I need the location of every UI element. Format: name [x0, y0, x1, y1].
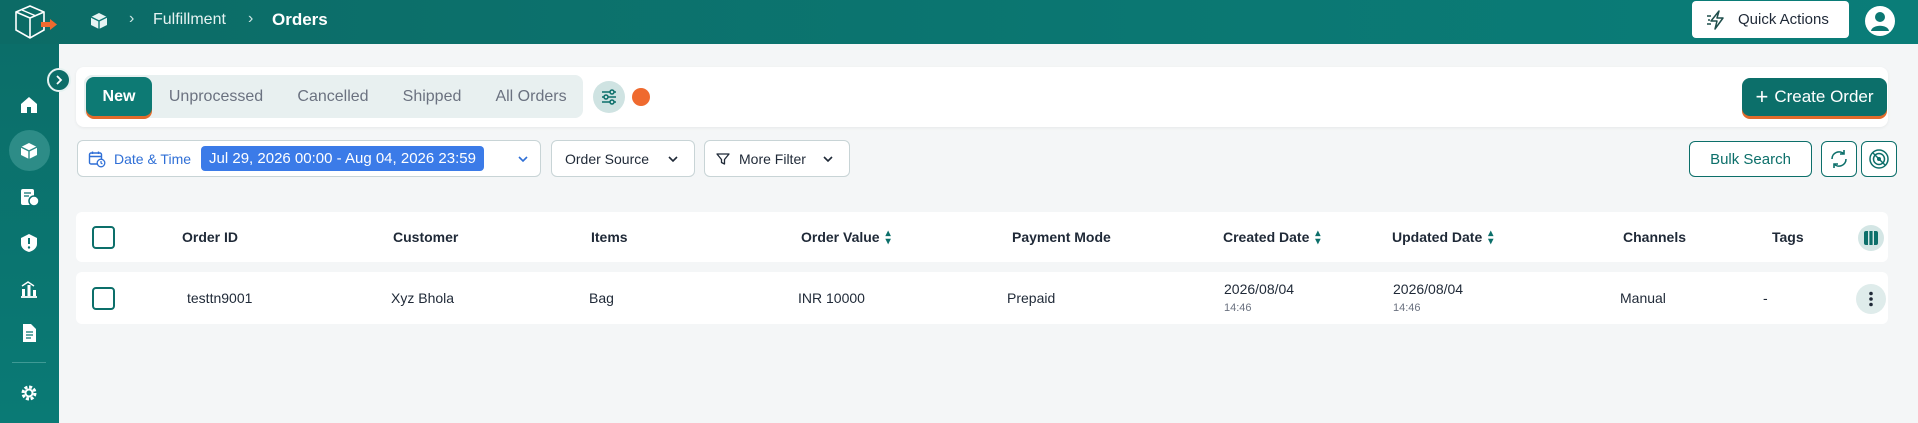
cell-channels: Manual: [1620, 290, 1666, 306]
chevron-down-icon: [823, 156, 833, 163]
chevron-down-icon: [668, 156, 678, 163]
date-time-filter[interactable]: Date & Time Jul 29, 2026 00:00 - Aug 04,…: [77, 140, 541, 177]
column-header-updated-date[interactable]: Updated Date ▴ ▾: [1392, 229, 1493, 247]
tab-settings-button[interactable]: [593, 81, 625, 113]
column-header-customer: Customer: [393, 229, 459, 245]
fulfillment-icon[interactable]: [18, 140, 40, 162]
home-icon[interactable]: [18, 94, 40, 116]
table-header: [76, 212, 1888, 262]
settings-gear-icon[interactable]: [18, 382, 40, 404]
column-header-channels: Channels: [1623, 229, 1687, 245]
breadcrumb-separator: ›: [248, 10, 254, 27]
column-header-updated-date-label: Updated Date: [1392, 229, 1483, 245]
cell-order-value: INR 10000: [798, 290, 865, 306]
cell-updated-time: 14:46: [1393, 302, 1421, 314]
user-avatar-button[interactable]: [1865, 6, 1895, 36]
cell-updated-date: 2026/08/04: [1393, 281, 1464, 297]
app-logo[interactable]: [8, 2, 58, 42]
plus-icon: +: [1755, 84, 1769, 109]
order-source-dropdown[interactable]: Order Source: [551, 140, 695, 177]
more-vertical-icon: [1869, 291, 1873, 307]
calendar-clock-icon: [88, 151, 106, 168]
select-all-checkbox[interactable]: [92, 226, 115, 249]
fulfillment-home-icon[interactable]: [88, 10, 110, 32]
alert-shield-icon[interactable]: [18, 232, 40, 254]
sliders-icon: [602, 89, 616, 105]
column-header-payment-mode: Payment Mode: [1012, 229, 1111, 245]
quick-actions-label: Quick Actions: [1738, 11, 1829, 28]
chevron-right-icon: [56, 75, 63, 85]
column-header-order-id: Order ID: [182, 229, 239, 245]
create-order-label: Create Order: [1774, 87, 1874, 106]
cell-created-date: 2026/08/04: [1224, 281, 1295, 297]
refresh-icon: [1831, 150, 1847, 168]
document-icon[interactable]: [18, 322, 40, 344]
sort-icon[interactable]: ▴ ▾: [1315, 229, 1320, 247]
column-header-order-value-label: Order Value: [801, 229, 880, 245]
table-row[interactable]: [76, 272, 1888, 324]
column-header-created-date-label: Created Date: [1223, 229, 1310, 245]
cell-created-time: 14:46: [1224, 302, 1252, 314]
refresh-button[interactable]: [1821, 141, 1857, 177]
cell-payment-mode: Prepaid: [1007, 290, 1056, 306]
columns-icon: [1864, 231, 1878, 245]
column-header-order-value[interactable]: Order Value ▴ ▾: [801, 229, 891, 247]
page-title: Orders: [272, 10, 328, 29]
order-source-label: Order Source: [565, 150, 650, 167]
auto-refresh-button[interactable]: [1861, 141, 1897, 177]
tab-cancelled[interactable]: Cancelled: [284, 75, 382, 118]
filter-icon: [716, 153, 730, 165]
column-settings-button[interactable]: [1858, 225, 1884, 251]
catalog-icon[interactable]: [18, 186, 40, 208]
status-indicator-dot: [632, 88, 650, 106]
row-checkbox[interactable]: [92, 287, 115, 310]
more-filter-dropdown[interactable]: More Filter: [704, 140, 850, 177]
target-icon: [1869, 149, 1889, 169]
bulk-search-button[interactable]: Bulk Search: [1689, 141, 1812, 177]
tab-new[interactable]: New: [86, 77, 152, 116]
create-order-button[interactable]: + Create Order: [1742, 78, 1887, 116]
analytics-icon[interactable]: [18, 278, 40, 300]
column-header-items: Items: [591, 229, 628, 245]
tab-all-orders[interactable]: All Orders: [482, 75, 580, 118]
cell-order-id[interactable]: testtn9001: [187, 290, 252, 306]
quick-actions-button[interactable]: Quick Actions: [1692, 1, 1849, 38]
more-filter-label: More Filter: [739, 150, 806, 167]
user-icon: [1871, 12, 1889, 31]
sort-icon[interactable]: ▴ ▾: [1488, 229, 1493, 247]
tab-shipped[interactable]: Shipped: [392, 75, 472, 118]
sidebar-expand-button[interactable]: [47, 68, 71, 92]
lightning-icon: [1707, 9, 1724, 30]
chevron-down-icon: [518, 156, 528, 163]
sort-icon[interactable]: ▴ ▾: [886, 229, 891, 247]
breadcrumb-separator: ›: [129, 10, 135, 27]
breadcrumb-fulfillment[interactable]: Fulfillment: [153, 11, 226, 29]
sidebar-divider: [12, 362, 46, 363]
row-actions-button[interactable]: [1856, 284, 1886, 314]
cell-tags: -: [1763, 290, 1768, 306]
date-time-label: Date & Time: [114, 150, 192, 167]
tab-unprocessed[interactable]: Unprocessed: [158, 75, 274, 118]
date-range-value: Jul 29, 2026 00:00 - Aug 04, 2026 23:59: [201, 146, 484, 171]
column-header-tags: Tags: [1772, 229, 1804, 245]
column-header-created-date[interactable]: Created Date ▴ ▾: [1223, 229, 1320, 247]
cell-customer: Xyz Bhola: [391, 290, 455, 306]
cell-items: Bag: [589, 290, 614, 306]
